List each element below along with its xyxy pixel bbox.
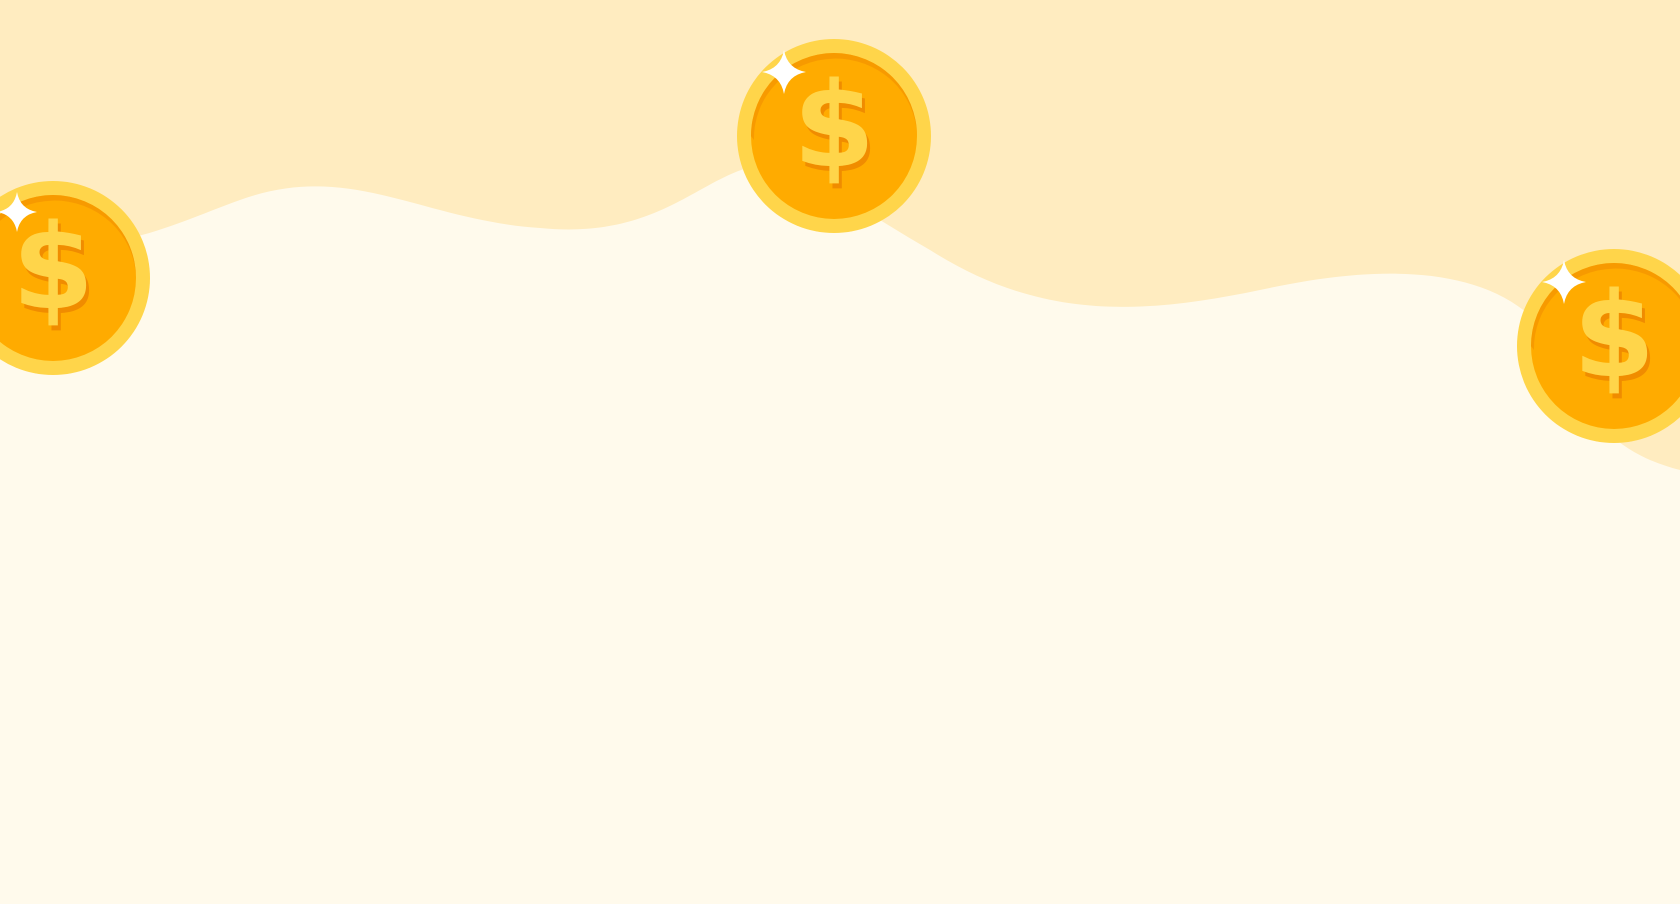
dollar-coin-icon: [737, 39, 931, 233]
wave-background-scene: $ $: [0, 0, 1680, 904]
